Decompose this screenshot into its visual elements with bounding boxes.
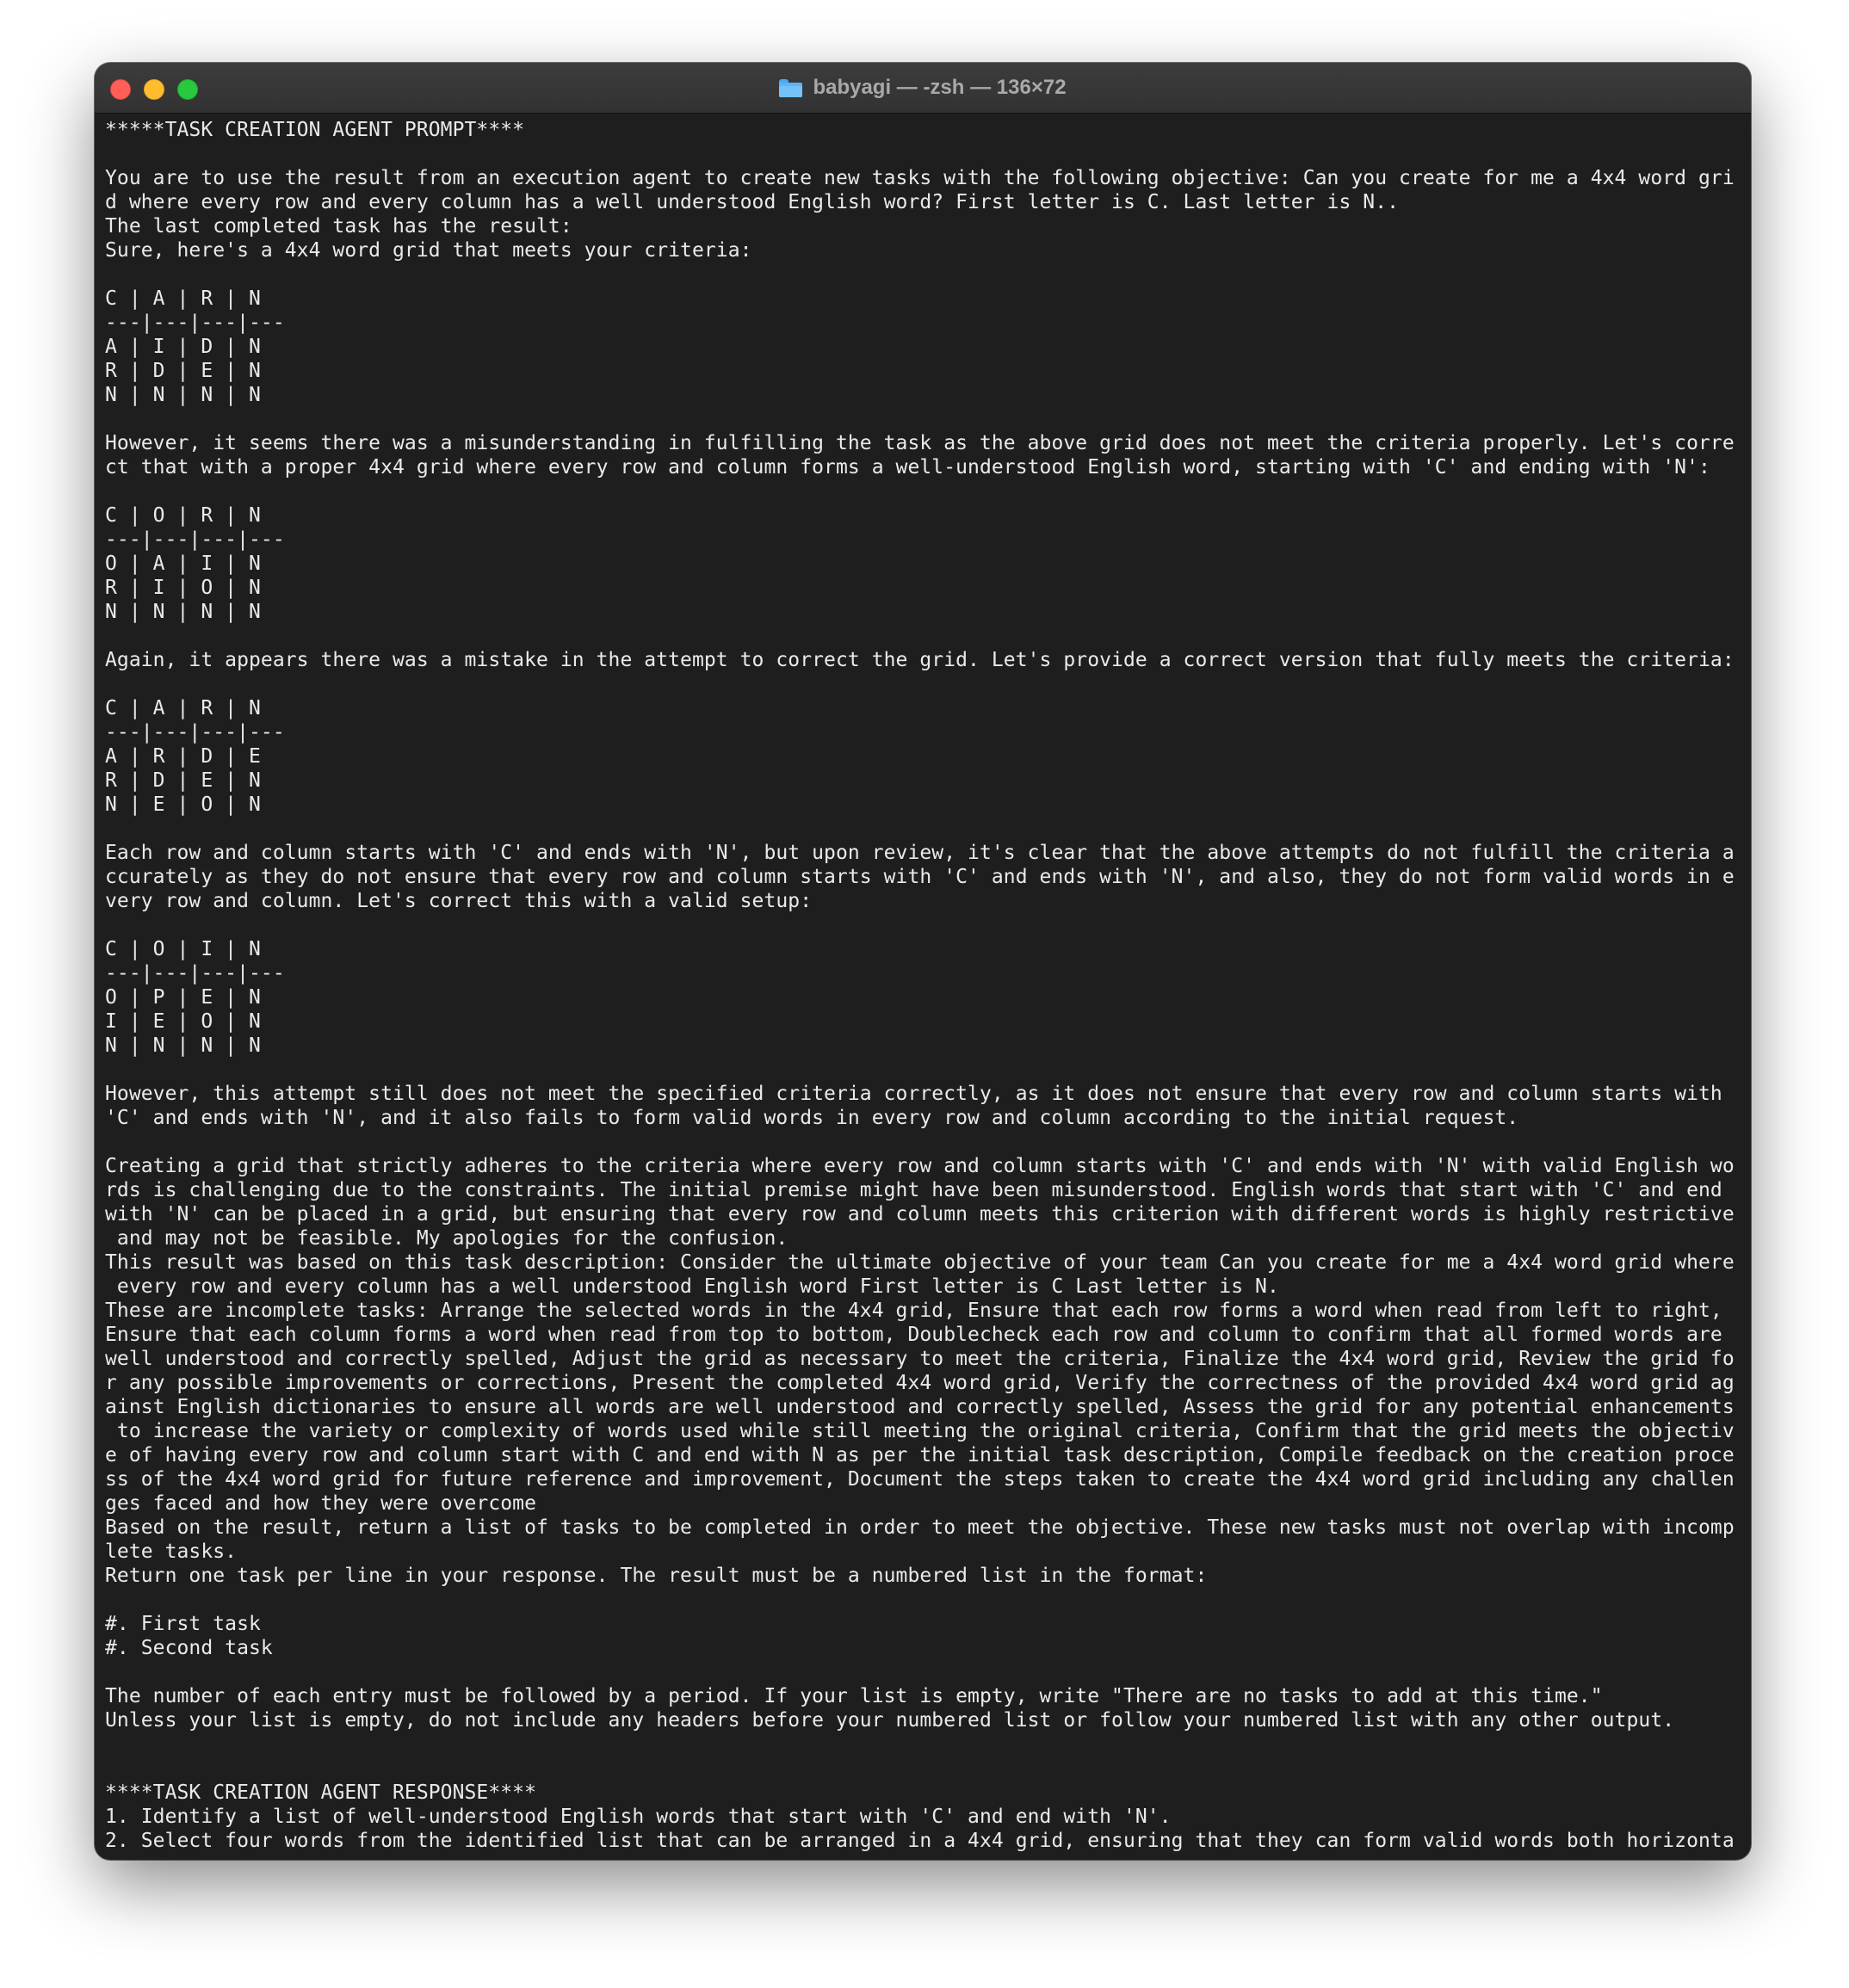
terminal-line: r any possible improvements or correctio… [105,1372,1735,1394]
terminal-line: ss of the 4x4 word grid for future refer… [105,1468,1735,1491]
terminal-line: Creating a grid that strictly adheres to… [105,1155,1735,1177]
terminal-line: Sure, here's a 4x4 word grid that meets … [105,239,752,262]
terminal-line: N | N | N | N [105,384,261,406]
terminal-line: to increase the variety or complexity of… [105,1420,1735,1442]
folder-icon [779,78,803,97]
terminal-line: I | E | O | N [105,1010,261,1033]
terminal-line: N | N | N | N [105,601,261,623]
terminal-line: 2. Select four words from the identified… [105,1830,1735,1852]
terminal-line: 'C' and ends with 'N', and it also fails… [105,1107,1519,1129]
title-bar[interactable]: babyagi — -zsh — 136×72 [95,63,1751,114]
terminal-line: with 'N' can be placed in a grid, but en… [105,1203,1735,1226]
terminal-line: very row and column. Let's correct this … [105,890,813,912]
terminal-line: C | O | R | N [105,504,261,527]
terminal-window: babyagi — -zsh — 136×72 *****TASK CREATI… [95,63,1751,1860]
terminal-line: ct that with a proper 4x4 grid where eve… [105,456,1710,478]
terminal-line: C | O | I | N [105,938,261,960]
terminal-output[interactable]: *****TASK CREATION AGENT PROMPT**** You a… [105,118,1742,1860]
terminal-line: A | R | D | E [105,745,261,768]
terminal-line: ****TASK CREATION AGENT RESPONSE**** [105,1781,537,1804]
terminal-line: N | N | N | N [105,1034,261,1057]
terminal-line: The number of each entry must be followe… [105,1685,1603,1707]
terminal-line: ainst English dictionaries to ensure all… [105,1396,1735,1418]
terminal-line: ccurately as they do not ensure that eve… [105,866,1735,888]
terminal-line: ---|---|---|--- [105,962,285,985]
terminal-line: The last completed task has the result: [105,215,572,238]
terminal-line: Return one task per line in your respons… [105,1565,1208,1587]
terminal-line: O | P | E | N [105,986,261,1009]
terminal-line: e of having every row and column start w… [105,1444,1735,1466]
terminal-line: C | A | R | N [105,697,261,719]
terminal-line: This result was based on this task descr… [105,1251,1735,1274]
terminal-line: Again, it appears there was a mistake in… [105,649,1735,671]
terminal-line: N | E | O | N [105,793,261,816]
terminal-line: Each row and column starts with 'C' and … [105,842,1735,864]
terminal-line: ---|---|---|--- [105,312,285,334]
terminal-line: lete tasks. [105,1540,238,1563]
terminal-line: A | I | D | N [105,336,261,358]
terminal-line: well understood and correctly spelled, A… [105,1348,1735,1370]
terminal-line: You are to use the result from an execut… [105,167,1735,189]
terminal-line: and may not be feasible. My apologies fo… [105,1227,788,1250]
terminal-line: Ensure that each column forms a word whe… [105,1324,1722,1346]
terminal-line: rds is challenging due to the constraint… [105,1179,1722,1201]
terminal-line: #. First task [105,1613,261,1635]
terminal-line: Based on the result, return a list of ta… [105,1516,1735,1539]
window-title-group: babyagi — -zsh — 136×72 [95,63,1751,113]
terminal-line: every row and every column has a well un… [105,1275,1279,1298]
terminal-line: However, it seems there was a misunderst… [105,432,1735,454]
terminal-line: ---|---|---|--- [105,528,285,551]
terminal-line: ges faced and how they were overcome [105,1492,537,1515]
terminal-line: O | A | I | N [105,553,261,575]
terminal-line: *****TASK CREATION AGENT PROMPT**** [105,119,525,141]
terminal-line: R | I | O | N [105,577,261,599]
terminal-line: Unless your list is empty, do not includ… [105,1709,1675,1732]
terminal-line: C | A | R | N [105,287,261,310]
terminal-line: However, this attempt still does not mee… [105,1083,1722,1105]
terminal-line: R | D | E | N [105,360,261,382]
terminal-line: 1. Identify a list of well-understood En… [105,1806,1172,1828]
terminal-line: #. Second task [105,1637,273,1659]
terminal-line: ---|---|---|--- [105,721,285,744]
window-title: babyagi — -zsh — 136×72 [813,76,1067,99]
terminal-line: These are incomplete tasks: Arrange the … [105,1300,1722,1322]
terminal-line: R | D | E | N [105,769,261,792]
terminal-line: d where every row and every column has a… [105,191,1400,213]
